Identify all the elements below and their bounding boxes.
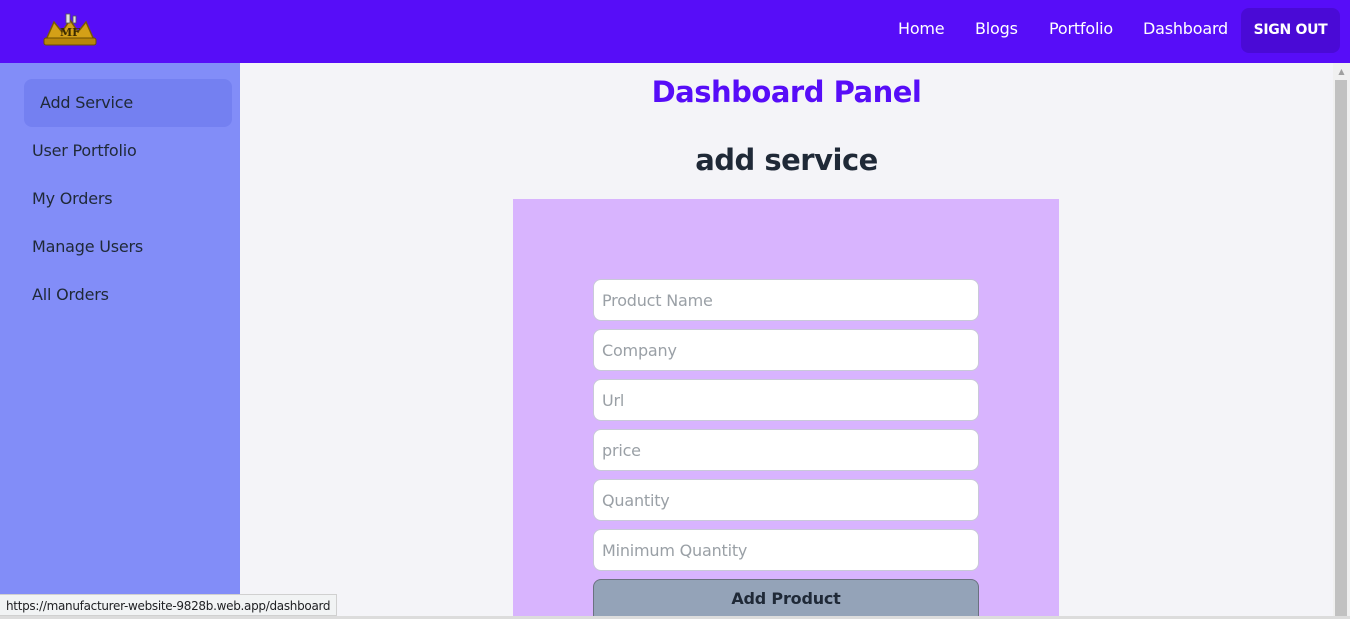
url-input[interactable]	[593, 379, 979, 421]
top-navbar: MF Home Blogs Portfolio Dashboard SIGN O…	[0, 0, 1350, 63]
nav-home-link[interactable]: Home	[898, 19, 945, 38]
sidebar-item-manage-users[interactable]: Manage Users	[32, 237, 143, 256]
main-content: Dashboard Panel add service Add Product	[240, 63, 1333, 619]
scrollbar-thumb[interactable]	[1335, 80, 1347, 616]
sidebar-item-my-orders[interactable]: My Orders	[32, 189, 113, 208]
sign-out-button[interactable]: SIGN OUT	[1241, 8, 1340, 53]
svg-text:MF: MF	[60, 26, 80, 39]
company-input[interactable]	[593, 329, 979, 371]
nav-blogs-link[interactable]: Blogs	[975, 19, 1018, 38]
vertical-scrollbar[interactable]: ▲	[1333, 63, 1350, 616]
brand-logo[interactable]: MF	[40, 12, 100, 48]
scroll-up-arrow-icon[interactable]: ▲	[1333, 65, 1350, 79]
section-title: add service	[695, 143, 878, 177]
minimum-quantity-input[interactable]	[593, 529, 979, 571]
price-input[interactable]	[593, 429, 979, 471]
page-title: Dashboard Panel	[651, 75, 922, 109]
add-product-button[interactable]: Add Product	[593, 579, 979, 619]
browser-status-url: https://manufacturer-website-9828b.web.a…	[0, 594, 338, 616]
add-service-form: Add Product	[513, 199, 1059, 619]
sidebar-item-all-orders[interactable]: All Orders	[32, 285, 109, 304]
nav-portfolio-link[interactable]: Portfolio	[1049, 19, 1113, 38]
sidebar-item-user-portfolio[interactable]: User Portfolio	[32, 141, 137, 160]
nav-dashboard-link[interactable]: Dashboard	[1143, 19, 1228, 38]
quantity-input[interactable]	[593, 479, 979, 521]
product-name-input[interactable]	[593, 279, 979, 321]
sidebar-item-add-service[interactable]: Add Service	[40, 93, 133, 112]
dashboard-sidebar: Add Service User Portfolio My Orders Man…	[0, 63, 240, 619]
